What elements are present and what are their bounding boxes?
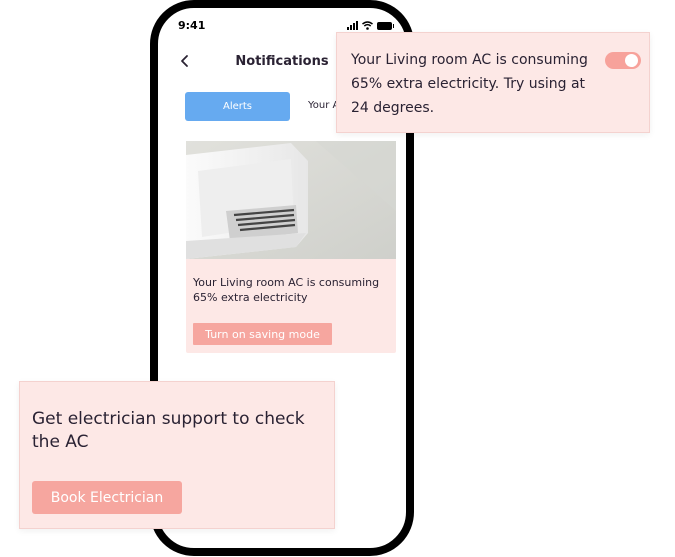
saving-toggle[interactable]	[605, 52, 641, 69]
air-conditioner-photo	[186, 141, 396, 259]
alert-card: Your Living room AC is consuming 65% ext…	[186, 141, 396, 353]
saving-mode-button[interactable]: Turn on saving mode	[193, 323, 332, 345]
alert-message: Your Living room AC is consuming 65% ext…	[193, 276, 380, 304]
tab-alerts[interactable]: Alerts	[185, 92, 290, 121]
toggle-knob	[625, 54, 638, 67]
book-electrician-button[interactable]: Book Electrician	[32, 481, 182, 514]
wifi-icon	[362, 21, 373, 30]
status-icons	[347, 21, 394, 30]
electrician-support-popup: Get electrician support to check the AC …	[19, 381, 335, 529]
battery-icon	[377, 22, 394, 30]
signal-icon	[347, 21, 358, 30]
popup-message: Your Living room AC is consuming 65% ext…	[351, 52, 588, 116]
support-message: Get electrician support to check the AC	[32, 409, 305, 452]
status-time: 9:41	[178, 19, 206, 32]
consumption-alert-popup: Your Living room AC is consuming 65% ext…	[336, 32, 650, 133]
